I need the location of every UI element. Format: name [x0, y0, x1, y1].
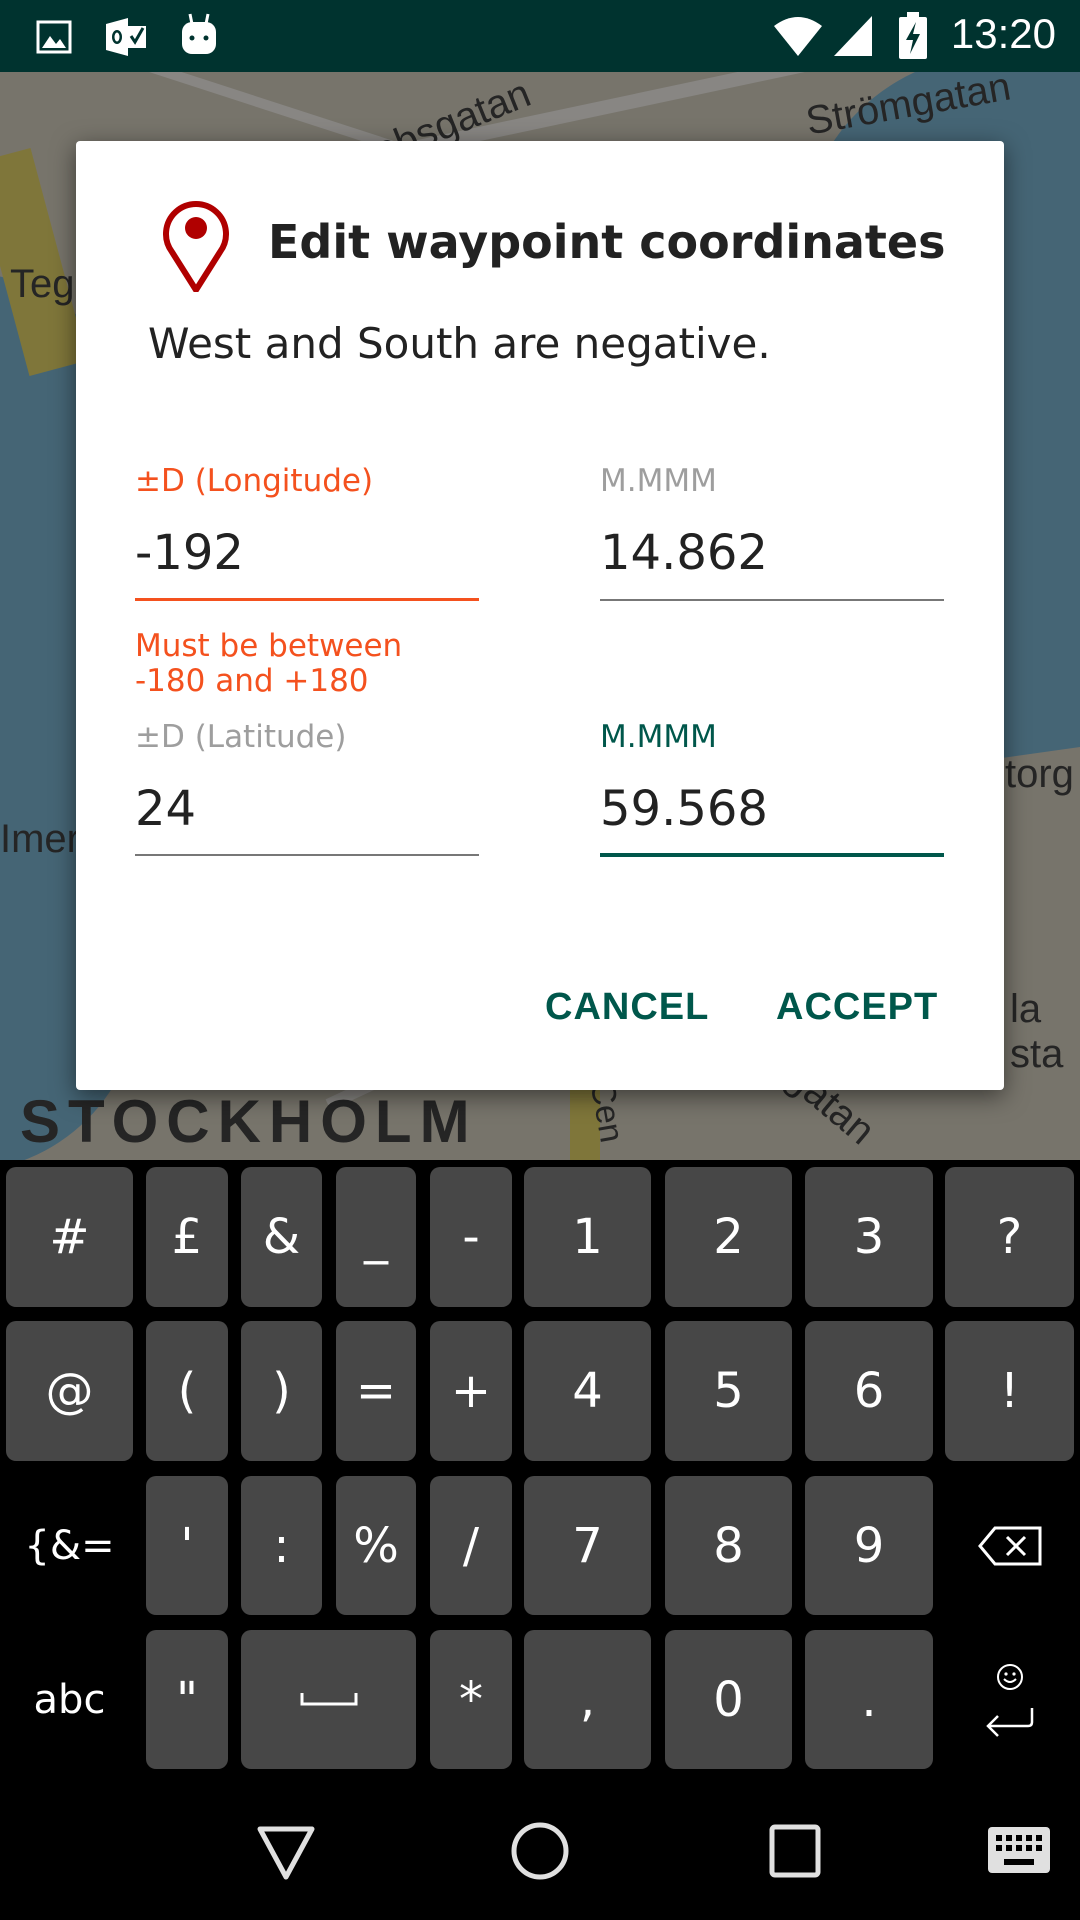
- key-at[interactable]: @: [6, 1321, 133, 1461]
- key-question[interactable]: ?: [945, 1167, 1074, 1307]
- edit-waypoint-dialog: Edit waypoint coordinates West and South…: [76, 141, 1004, 1090]
- longitude-minutes-field[interactable]: M.MMM 14.862: [600, 463, 944, 603]
- key-comma[interactable]: ,: [524, 1630, 651, 1769]
- key-ampersand[interactable]: &: [241, 1167, 322, 1307]
- outlook-icon: [106, 18, 146, 56]
- longitude-degrees-input[interactable]: -192: [135, 525, 244, 581]
- key-quote[interactable]: ": [146, 1630, 228, 1769]
- key-hash[interactable]: #: [6, 1167, 133, 1307]
- back-icon[interactable]: [256, 1825, 316, 1881]
- space-icon: [300, 1692, 357, 1705]
- key-abc[interactable]: abc: [6, 1630, 133, 1769]
- longitude-degrees-underline: [135, 598, 479, 601]
- key-plus[interactable]: +: [430, 1321, 512, 1461]
- latitude-degrees-input[interactable]: 24: [135, 781, 196, 837]
- longitude-minutes-input[interactable]: 14.862: [600, 525, 768, 581]
- latitude-degrees-underline: [135, 854, 479, 856]
- key-underscore[interactable]: _: [336, 1167, 416, 1307]
- key-6[interactable]: 6: [805, 1321, 933, 1461]
- key-2[interactable]: 2: [665, 1167, 792, 1307]
- wifi-icon: [774, 17, 822, 56]
- gallery-icon: [36, 20, 72, 54]
- backspace-key[interactable]: [945, 1476, 1074, 1615]
- space-key[interactable]: [241, 1630, 416, 1769]
- key-8[interactable]: 8: [665, 1476, 792, 1615]
- navigation-bar: [0, 1785, 1080, 1920]
- key-paren-close[interactable]: ): [241, 1321, 322, 1461]
- key-minus[interactable]: -: [430, 1167, 512, 1307]
- key-percent[interactable]: %: [336, 1476, 416, 1615]
- key-exclamation[interactable]: !: [945, 1321, 1074, 1461]
- battery-charging-icon: [899, 12, 927, 59]
- recents-icon[interactable]: [768, 1823, 822, 1879]
- home-icon[interactable]: [510, 1821, 570, 1881]
- latitude-degrees-field[interactable]: ±D (Latitude) 24: [135, 719, 479, 859]
- accept-button[interactable]: ACCEPT: [776, 986, 938, 1029]
- key-symbols-more[interactable]: {&=: [6, 1476, 133, 1615]
- emoji-icon: [996, 1663, 1023, 1690]
- map-pin-icon: [163, 201, 229, 292]
- clock: 13:20: [950, 10, 1056, 57]
- key-3[interactable]: 3: [805, 1167, 933, 1307]
- latitude-minutes-label: M.MMM: [600, 719, 717, 755]
- longitude-degrees-label: ±D (Longitude): [135, 463, 374, 499]
- key-9[interactable]: 9: [805, 1476, 933, 1615]
- latitude-minutes-underline: [600, 853, 944, 857]
- key-paren-open[interactable]: (: [146, 1321, 228, 1461]
- longitude-minutes-underline: [600, 599, 944, 601]
- key-pound[interactable]: £: [146, 1167, 228, 1307]
- latitude-degrees-label: ±D (Latitude): [135, 719, 347, 755]
- backspace-icon: [977, 1526, 1041, 1565]
- longitude-degrees-field[interactable]: ±D (Longitude) -192: [135, 463, 479, 603]
- key-1[interactable]: 1: [524, 1167, 651, 1307]
- key-slash[interactable]: /: [430, 1476, 512, 1615]
- enter-key[interactable]: [945, 1630, 1074, 1769]
- key-7[interactable]: 7: [524, 1476, 651, 1615]
- latitude-minutes-input[interactable]: 59.568: [600, 781, 768, 837]
- key-period[interactable]: .: [805, 1630, 933, 1769]
- dialog-title: Edit waypoint coordinates: [268, 215, 946, 269]
- key-asterisk[interactable]: *: [430, 1630, 512, 1769]
- enter-icon: [985, 1707, 1033, 1737]
- key-0[interactable]: 0: [665, 1630, 792, 1769]
- latitude-minutes-field[interactable]: M.MMM 59.568: [600, 719, 944, 859]
- key-4[interactable]: 4: [524, 1321, 651, 1461]
- cancel-button[interactable]: CANCEL: [545, 986, 709, 1029]
- key-5[interactable]: 5: [665, 1321, 792, 1461]
- dialog-subtitle: West and South are negative.: [148, 319, 771, 368]
- symbol-keyboard: # £ & _ -1 2 3? @() = +4 5 6! {&= ':%/7 8 9 abc " *, 0.: [0, 1160, 1080, 1785]
- key-apostrophe[interactable]: ': [146, 1476, 228, 1615]
- keyboard-switch-icon[interactable]: [988, 1827, 1050, 1873]
- longitude-error-message: Must be between -180 and +180: [135, 628, 403, 699]
- cell-signal-icon: [834, 16, 872, 56]
- key-colon[interactable]: :: [241, 1476, 322, 1615]
- key-equals[interactable]: =: [336, 1321, 416, 1461]
- longitude-minutes-label: M.MMM: [600, 463, 717, 499]
- android-robot-icon: [182, 13, 216, 54]
- status-bar: 13:20: [0, 0, 1080, 72]
